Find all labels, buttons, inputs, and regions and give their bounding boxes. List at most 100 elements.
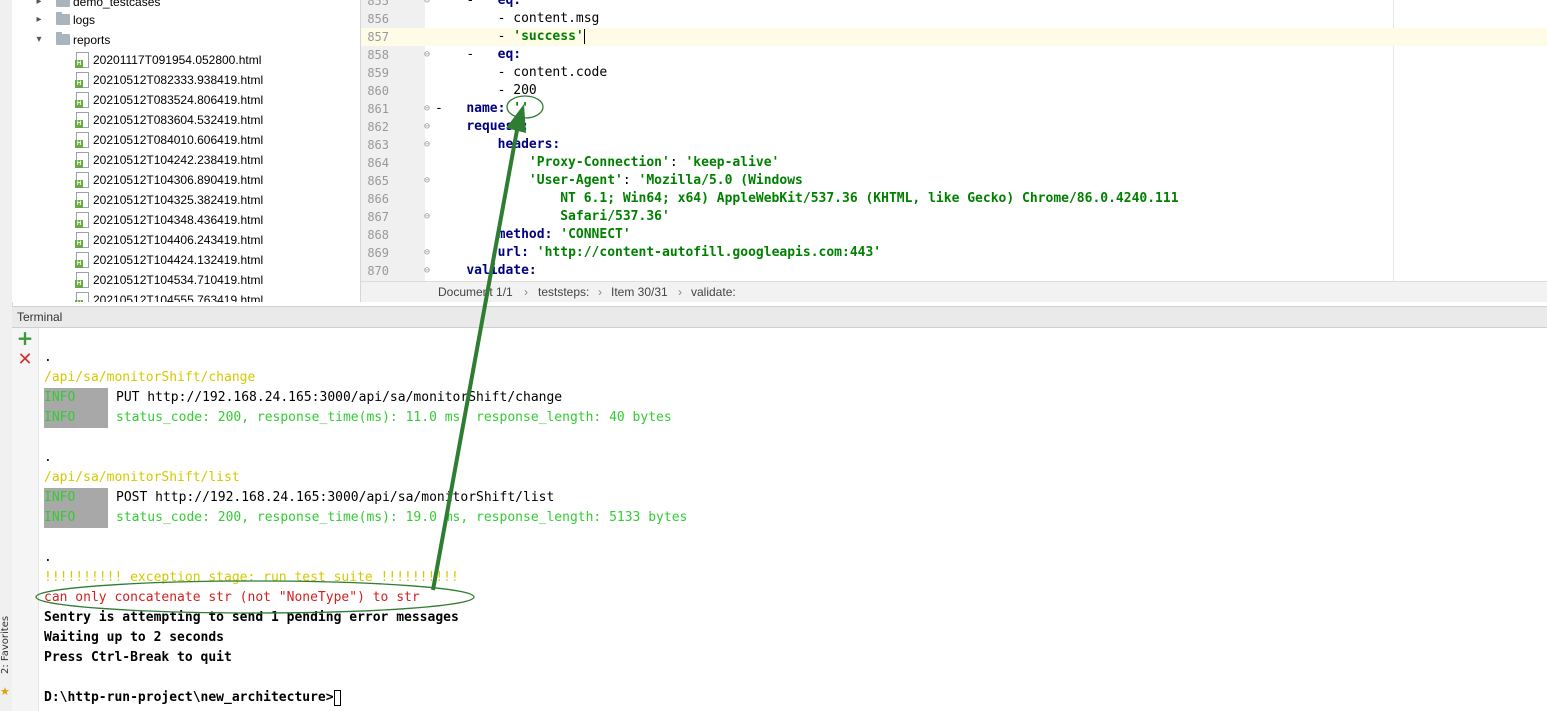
code-line[interactable]: 869 ⊖ url: 'http://content-autofill.googl…: [361, 244, 1547, 262]
line-number: 860: [367, 84, 389, 98]
line-number: 855: [367, 0, 389, 8]
chevron-right-icon[interactable]: ▸: [34, 10, 44, 30]
code-line[interactable]: 870 ⊖ validate:: [361, 262, 1547, 280]
tree-file-item[interactable]: 20210512T084010.606419.html: [12, 130, 352, 150]
code-line[interactable]: 867 ⊖ Safari/537.36': [361, 208, 1547, 226]
tree-file-label: 20210512T104534.710419.html: [93, 273, 264, 287]
terminal-title[interactable]: Terminal: [17, 307, 62, 327]
text-caret: [583, 29, 585, 44]
code-token: 'http://content-autofill.googleapis.com:…: [528, 245, 882, 260]
tree-file-label: 20210512T104406.243419.html: [93, 233, 264, 247]
line-number: 869: [367, 246, 389, 260]
tree-file-item[interactable]: 20210512T104534.710419.html: [12, 270, 352, 290]
code-text: - name: '': [435, 100, 529, 118]
close-terminal-button[interactable]: ✕: [16, 350, 34, 370]
breadcrumb-teststeps[interactable]: teststeps:: [538, 282, 589, 302]
code-line[interactable]: 855 ⊖ - eq:: [361, 0, 1547, 10]
tree-item-logs[interactable]: ▸ logs: [12, 10, 352, 30]
fold-icon[interactable]: ⊖: [424, 118, 434, 136]
code-token: '': [505, 101, 529, 116]
add-terminal-button[interactable]: +: [16, 328, 34, 348]
status-text: status_code: 200, response_time(ms): 11.…: [116, 410, 672, 425]
html-file-icon: [75, 92, 89, 108]
tree-file-item[interactable]: 20210512T104555.763419.html: [12, 290, 352, 302]
terminal-header: Terminal: [12, 306, 1547, 328]
line-number: 861: [367, 102, 389, 116]
code-line[interactable]: 860 - 200: [361, 82, 1547, 100]
fold-icon[interactable]: ⊖: [424, 208, 434, 226]
fold-icon[interactable]: ⊖: [424, 0, 434, 10]
tree-file-item[interactable]: 20210512T083524.806419.html: [12, 90, 352, 110]
fold-icon[interactable]: ⊖: [424, 172, 434, 190]
fold-icon[interactable]: ⊖: [424, 262, 434, 280]
code-line[interactable]: 864 'Proxy-Connection': 'keep-alive': [361, 154, 1547, 172]
code-text: headers:: [435, 136, 561, 154]
code-text: request:: [435, 118, 529, 136]
tree-file-item[interactable]: 20210512T083604.532419.html: [12, 110, 352, 130]
breadcrumb-document[interactable]: Document 1/1: [438, 282, 513, 302]
tree-item-reports[interactable]: ▾ reports: [12, 30, 352, 50]
tree-file-item[interactable]: 20210512T082333.938419.html: [12, 70, 352, 90]
code-line[interactable]: 859 - content.code: [361, 64, 1547, 82]
folder-icon: [56, 32, 70, 45]
code-line[interactable]: 857 - 'success': [361, 28, 1547, 46]
code-editor[interactable]: 855 ⊖ - eq: 856 - content.msg 857 - 'succes…: [360, 0, 1547, 302]
code-line[interactable]: 866 NT 6.1; Win64; x64) AppleWebKit/537.…: [361, 190, 1547, 208]
code-line[interactable]: 861 ⊖ - name: '': [361, 100, 1547, 118]
request-text: PUT http://192.168.24.165:3000/api/sa/mo…: [116, 390, 563, 405]
tree-item-label: logs: [73, 13, 96, 27]
breadcrumb-validate[interactable]: validate:: [691, 282, 736, 302]
code-line[interactable]: 862 ⊖ request:: [361, 118, 1547, 136]
code-line[interactable]: 858 ⊖ - eq:: [361, 46, 1547, 64]
tree-file-label: 20210512T104242.238419.html: [93, 153, 264, 167]
code-text: - eq:: [435, 0, 521, 10]
breadcrumb-separator: ›: [678, 285, 682, 299]
code-token: -: [497, 29, 514, 44]
sentry-line: Sentry is attempting to send 1 pending e…: [44, 610, 459, 625]
fold-icon[interactable]: ⊖: [424, 244, 434, 262]
terminal-dot: .: [44, 550, 52, 565]
code-text: 'Proxy-Connection': 'keep-alive': [435, 154, 779, 172]
star-icon: ★: [0, 685, 10, 698]
terminal-toolbar: + ✕: [12, 328, 39, 711]
tree-file-item[interactable]: 20210512T104325.382419.html: [12, 190, 352, 210]
code-line[interactable]: 863 ⊖ headers:: [361, 136, 1547, 154]
code-token: -: [497, 65, 514, 80]
code-token: -: [497, 11, 514, 26]
terminal-dot: .: [44, 350, 52, 365]
tree-item-label: reports: [73, 33, 111, 47]
line-number: 859: [367, 66, 389, 80]
code-token: 200: [513, 83, 537, 98]
favorites-tab[interactable]: 2: Favorites: [0, 616, 12, 674]
chevron-down-icon[interactable]: ▾: [34, 30, 44, 50]
terminal-output[interactable]: . /api/sa/monitorShift/change INFO PUT ht…: [39, 328, 1547, 711]
tree-file-item[interactable]: 20210512T104406.243419.html: [12, 230, 352, 250]
tree-file-item[interactable]: 20210512T104424.132419.html: [12, 250, 352, 270]
code-line[interactable]: 868 method: 'CONNECT': [361, 226, 1547, 244]
fold-icon[interactable]: ⊖: [424, 136, 434, 154]
tree-file-item[interactable]: 20210512T104348.436419.html: [12, 210, 352, 230]
tree-file-item[interactable]: 20210512T104242.238419.html: [12, 150, 352, 170]
fold-icon[interactable]: ⊖: [424, 46, 434, 64]
command-prompt[interactable]: D:\http-run-project\new_architecture>: [44, 688, 341, 708]
tree-file-label: 20210512T104555.763419.html: [93, 293, 264, 302]
code-token: 'Mozilla/5.0 (Windows: [638, 173, 803, 188]
code-token: :: [622, 173, 639, 188]
line-number: 863: [367, 138, 389, 152]
breadcrumb-item[interactable]: Item 30/31: [611, 282, 668, 302]
tree-file-label: 20210512T104348.436419.html: [93, 213, 264, 227]
code-line[interactable]: 856 - content.msg: [361, 10, 1547, 28]
line-number: 862: [367, 120, 389, 134]
tree-file-item[interactable]: 20210512T104306.890419.html: [12, 170, 352, 190]
code-text: NT 6.1; Win64; x64) AppleWebKit/537.36 (…: [435, 190, 1178, 208]
code-text: - eq:: [435, 46, 521, 64]
fold-icon[interactable]: ⊖: [424, 100, 434, 118]
tree-file-item[interactable]: 20201117T091954.052800.html: [12, 50, 352, 70]
code-line[interactable]: 865 ⊖ 'User-Agent': 'Mozilla/5.0 (Windows: [361, 172, 1547, 190]
